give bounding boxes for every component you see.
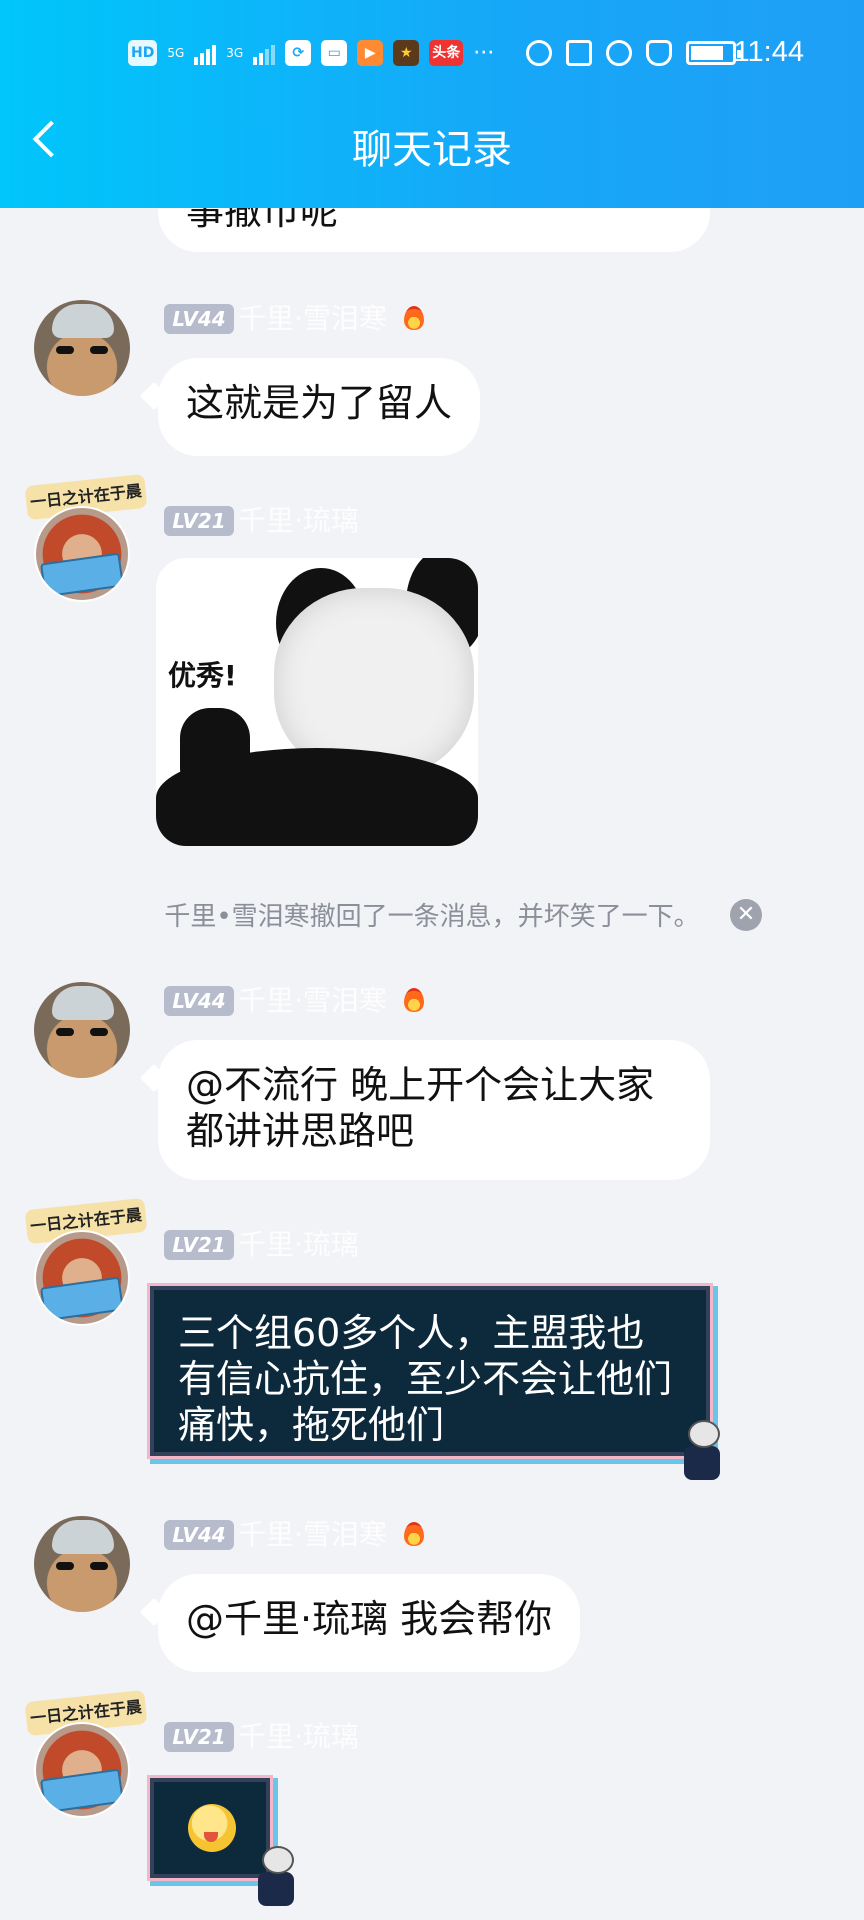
avatar[interactable] — [34, 300, 130, 396]
sender-name[interactable]: 千里·雪泪寒 — [238, 1519, 387, 1551]
message-text: @不流行 晚上开个会让大家都讲讲思路吧 — [186, 1063, 655, 1153]
game-app-icon: ★ — [393, 40, 420, 66]
eye-icon — [526, 40, 552, 66]
avatar[interactable] — [34, 1722, 130, 1818]
level-badge: LV44 — [164, 1520, 234, 1550]
sticker-caption: 优秀! — [168, 659, 237, 692]
page-title: 聊天记录 — [352, 127, 512, 173]
ninja-mascot-icon — [676, 1420, 728, 1482]
sender-name[interactable]: 千里·雪泪寒 — [238, 303, 387, 335]
flame-icon — [400, 1518, 428, 1548]
message-bubble[interactable]: @千里·琉璃 我会帮你 — [158, 1574, 581, 1672]
avatar[interactable] — [34, 506, 130, 602]
sender-name[interactable]: 千里·琉璃 — [238, 1721, 359, 1753]
message-bubble[interactable]: @不流行 晚上开个会让大家都讲讲思路吧 — [158, 1040, 710, 1180]
status-bar: HD 5G 3G ⟳ ▭ ▶ ★ 头条 ··· 11:44 — [0, 36, 864, 76]
message-bubble[interactable]: 这就是为了留人 — [158, 358, 481, 456]
alarm-icon — [606, 40, 632, 66]
app-header: HD 5G 3G ⟳ ▭ ▶ ★ 头条 ··· 11:44 聊天记录 — [0, 0, 864, 208]
app-notification-icon: ⟳ — [285, 40, 312, 66]
sender-name[interactable]: 千里·琉璃 — [238, 1229, 359, 1261]
message-text: 三个组60多个人，主盟我也有信心抗住，至少不会让他们痛快，拖死他们 — [178, 1311, 673, 1447]
hd-icon: HD — [128, 40, 158, 66]
app-notification-icon: ▭ — [321, 40, 348, 66]
network-3g-label: 3G — [226, 46, 244, 60]
message-text: @千里·琉璃 我会帮你 — [186, 1597, 553, 1641]
flame-icon — [400, 984, 428, 1014]
more-icon: ··· — [473, 40, 495, 66]
sender-name[interactable]: 千里·雪泪寒 — [238, 985, 387, 1017]
message-bubble-fancy[interactable] — [150, 1778, 294, 1906]
mute-icon — [646, 40, 672, 66]
avatar[interactable] — [34, 1230, 130, 1326]
network-5g-label: 5G — [167, 46, 185, 60]
signal-icon — [253, 41, 276, 65]
news-app-icon: 头条 — [429, 40, 464, 66]
message-text: 这就是为了留人 — [186, 381, 453, 425]
level-badge: LV21 — [164, 506, 234, 536]
sender-name[interactable]: 千里·琉璃 — [238, 505, 359, 537]
signal-icon — [194, 41, 217, 65]
message-bubble-fancy[interactable]: 三个组60多个人，主盟我也有信心抗住，至少不会让他们痛快，拖死他们 — [150, 1286, 720, 1480]
flame-icon — [400, 302, 428, 332]
close-icon[interactable]: ✕ — [730, 899, 762, 931]
ninja-mascot-icon — [250, 1846, 302, 1908]
level-badge: LV44 — [164, 304, 234, 334]
tongue-out-emoji — [188, 1804, 236, 1852]
level-badge: LV21 — [164, 1230, 234, 1260]
nfc-icon — [566, 40, 592, 66]
chat-history[interactable]: 事撤币呢 LV44 千里·雪泪寒 这就是为了留人 一日之计在于晨 LV21 千里… — [0, 0, 864, 1920]
status-time: 11:44 — [733, 36, 804, 68]
sticker-image[interactable]: 优秀! — [156, 558, 478, 846]
level-badge: LV44 — [164, 986, 234, 1016]
avatar[interactable] — [34, 982, 130, 1078]
avatar[interactable] — [34, 1516, 130, 1612]
video-app-icon: ▶ — [357, 40, 384, 66]
battery-icon — [686, 41, 741, 65]
level-badge: LV21 — [164, 1722, 234, 1752]
